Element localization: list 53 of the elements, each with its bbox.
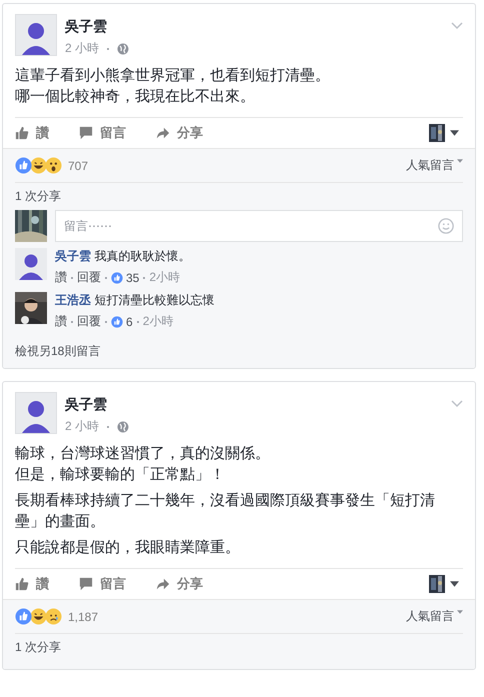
post-text: 這輩子看到小熊拿世界冠軍，也看到短打清壘。 bbox=[15, 66, 331, 86]
like-count[interactable]: 6 bbox=[126, 314, 133, 328]
like-link[interactable]: 讚 bbox=[55, 313, 67, 330]
sort-dropdown[interactable]: 人氣留言 bbox=[406, 157, 463, 174]
laughing-face-icon[interactable] bbox=[30, 157, 47, 174]
arrow-icon bbox=[156, 126, 170, 140]
reply-link[interactable]: 回覆 bbox=[77, 269, 101, 286]
avatar[interactable] bbox=[15, 248, 47, 280]
speech-bubble-icon bbox=[79, 577, 93, 591]
like-link[interactable]: 讚 bbox=[55, 269, 67, 286]
caret-icon bbox=[457, 159, 463, 163]
surprised-face-icon[interactable] bbox=[45, 157, 62, 174]
caret-icon[interactable] bbox=[450, 581, 459, 587]
action-button[interactable]: 留言 bbox=[79, 124, 130, 142]
like-reaction-icon bbox=[111, 316, 123, 328]
post-text: 長期看棒球持續了二十幾年，沒看過國際頂級賽事發生「短打清壘」的畫面。 bbox=[15, 491, 436, 532]
post-text: 只能說都是假的，我眼睛業障重。 bbox=[15, 538, 241, 558]
avatar[interactable] bbox=[15, 14, 57, 56]
commenter-name[interactable]: 王浩丞 bbox=[55, 293, 91, 307]
action-button[interactable]: 留言 bbox=[79, 575, 130, 593]
view-more-comments-link[interactable]: 檢視另18則留言 bbox=[15, 344, 100, 358]
globe-icon bbox=[117, 42, 130, 54]
post-text: 但是，輸球要輸的「正常點」！ bbox=[15, 465, 226, 485]
globe-icon bbox=[117, 420, 130, 432]
comment-text: 我真的耿耿於懷。 bbox=[94, 249, 190, 263]
share-count[interactable]: 1 次分享 bbox=[15, 188, 62, 205]
post-text: 輸球，台灣球迷習慣了，真的沒關係。 bbox=[15, 444, 271, 464]
thumbs-up-icon bbox=[15, 126, 29, 140]
like-count[interactable]: 35 bbox=[126, 270, 140, 284]
author-name[interactable]: 吳子雲 bbox=[65, 18, 443, 36]
commenter-name[interactable]: 吳子雲 bbox=[55, 249, 91, 263]
share-count[interactable]: 1 次分享 bbox=[15, 639, 62, 656]
like-reaction-icon bbox=[111, 272, 123, 284]
arrow-icon bbox=[156, 577, 170, 591]
sort-dropdown[interactable]: 人氣留言 bbox=[406, 608, 463, 625]
caret-icon bbox=[457, 610, 463, 614]
speech-bubble-icon bbox=[79, 126, 93, 140]
action-button[interactable]: 讚 bbox=[15, 124, 53, 142]
reply-link[interactable]: 回覆 bbox=[77, 313, 101, 330]
thumbs-up-icon bbox=[15, 577, 29, 591]
sad-face-icon[interactable] bbox=[45, 608, 62, 625]
action-button[interactable]: 分享 bbox=[156, 575, 207, 593]
reaction-count[interactable]: 707 bbox=[68, 158, 88, 172]
laughing-face-icon[interactable] bbox=[30, 608, 47, 625]
action-button[interactable]: 讚 bbox=[15, 575, 53, 593]
avatar[interactable] bbox=[15, 392, 57, 434]
action-button[interactable]: 分享 bbox=[156, 124, 207, 142]
comment-text: 短打清壘比較難以忘懷 bbox=[94, 293, 214, 307]
reaction-count[interactable]: 1,187 bbox=[68, 610, 98, 624]
author-name[interactable]: 吳子雲 bbox=[65, 396, 443, 414]
comment-field[interactable]: 留言⋯⋯ bbox=[55, 210, 463, 242]
caret-icon[interactable] bbox=[450, 130, 459, 136]
post-text: 哪一個比較神奇，我現在比不出來。 bbox=[15, 87, 256, 107]
